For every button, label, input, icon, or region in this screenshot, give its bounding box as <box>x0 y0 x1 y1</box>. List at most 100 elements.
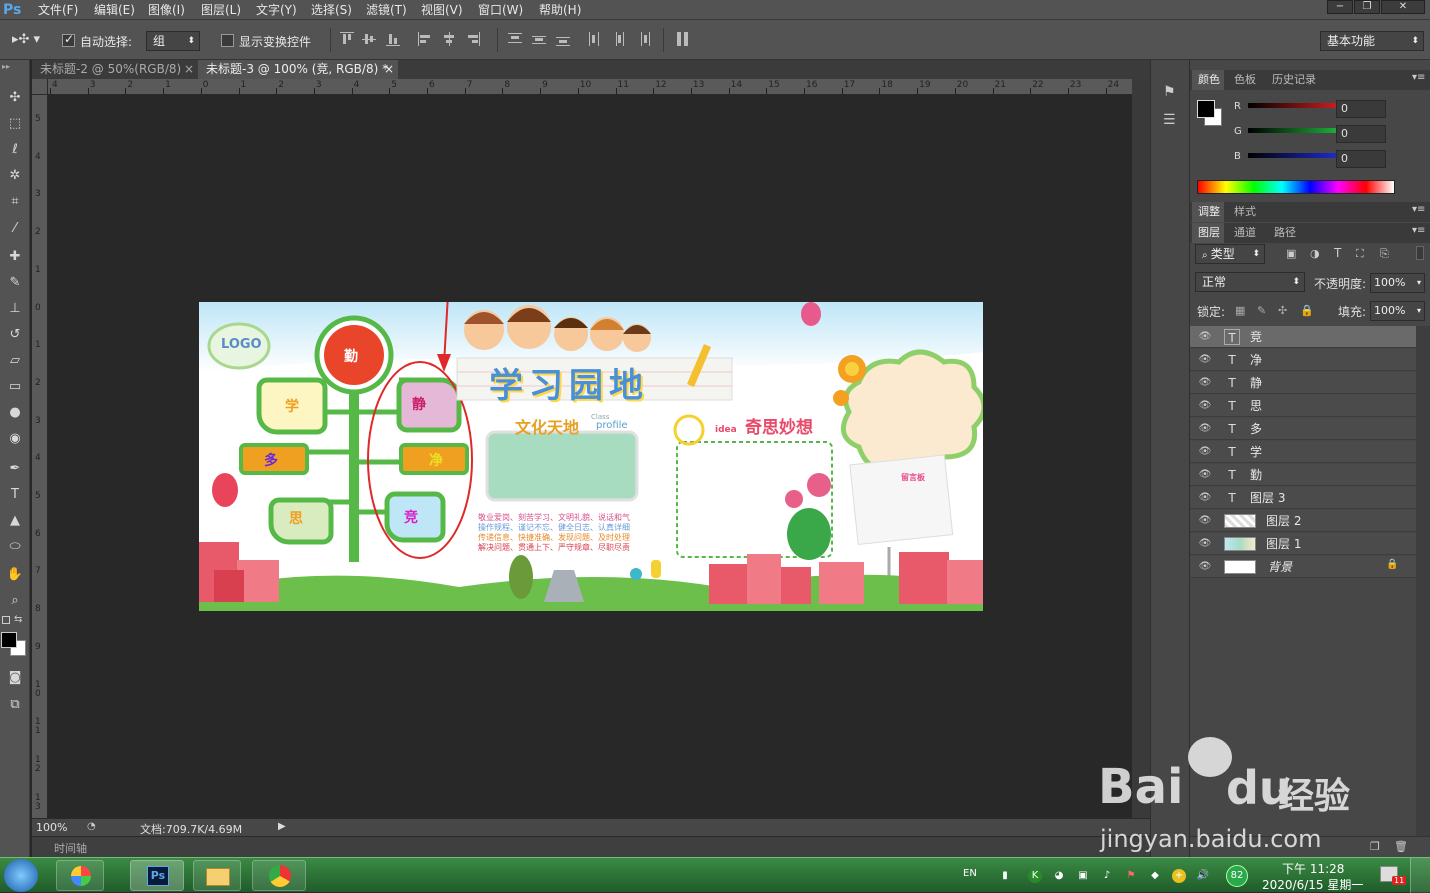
visibility-eye-icon[interactable]: 👁 <box>1198 537 1212 551</box>
workspace-switcher[interactable]: 基本功能 ⬍ <box>1320 31 1424 51</box>
align-vcenter-icon[interactable] <box>362 32 376 46</box>
layer-row[interactable]: 👁 T 图层 3 <box>1190 487 1416 509</box>
align-bottom-icon[interactable] <box>386 32 400 46</box>
align-hcenter-icon[interactable] <box>442 32 456 46</box>
filter-type-icon[interactable]: T <box>1334 246 1341 260</box>
crop-tool-icon[interactable]: ⌗ <box>3 191 27 213</box>
tab-styles[interactable]: 样式 <box>1230 202 1256 222</box>
visibility-eye-icon[interactable]: 👁 <box>1198 468 1212 482</box>
visibility-eye-icon[interactable]: 👁 <box>1198 399 1212 413</box>
horizontal-ruler[interactable]: 4 3 2 1 0 1 2 3 4 5 6 7 8 9 10 11 12 13 14 15 16 17 18 19 20 21 22… <box>48 79 1132 95</box>
tab-color[interactable]: 颜色 <box>1192 70 1224 90</box>
channel-b-slider[interactable] <box>1248 153 1346 158</box>
tab-close-icon[interactable]: × <box>384 60 394 79</box>
opacity-input[interactable]: 100% ▾ <box>1370 273 1425 293</box>
taskbar-app-chrome[interactable] <box>252 860 306 891</box>
vertical-scrollbar[interactable] <box>1132 79 1150 818</box>
lock-position-icon[interactable]: ✣ <box>1278 304 1287 317</box>
pen-tool-icon[interactable]: ✒ <box>3 458 27 480</box>
start-button[interactable] <box>4 859 38 892</box>
layers-scrollbar[interactable] <box>1416 326 1430 836</box>
eraser-tool-icon[interactable]: ▱ <box>3 350 27 372</box>
layer-filter-dropdown[interactable]: ⌕ 类型 ⬍ <box>1195 244 1265 264</box>
delete-layer-icon[interactable]: 🗑 <box>1394 840 1408 853</box>
layer-row[interactable]: 👁 T 多 <box>1190 418 1416 440</box>
update-icon[interactable]: + <box>1172 869 1186 883</box>
zoom-level[interactable]: 100% <box>36 821 67 834</box>
visibility-eye-icon[interactable]: 👁 <box>1198 491 1212 505</box>
timeline-label[interactable]: 时间轴 <box>54 840 87 856</box>
layer-row[interactable]: 👁 图层 1 <box>1190 533 1416 555</box>
channel-r-slider[interactable] <box>1248 103 1346 108</box>
show-transform-checkbox[interactable] <box>221 34 234 47</box>
panel-menu-icon[interactable]: ▾≡ <box>1412 204 1425 215</box>
path-selection-tool-icon[interactable]: ▲ <box>3 510 27 532</box>
magic-wand-tool-icon[interactable]: ✲ <box>3 165 27 187</box>
auto-select-checkbox[interactable]: ✓ <box>62 32 75 47</box>
layer-row[interactable]: 👁 T 净 <box>1190 349 1416 371</box>
layer-row[interactable]: 👁 T 学 <box>1190 441 1416 463</box>
visibility-eye-icon[interactable]: 👁 <box>1198 353 1212 367</box>
layer-row[interactable]: 👁 图层 2 <box>1190 510 1416 532</box>
align-right-icon[interactable] <box>466 32 480 46</box>
move-tool-icon[interactable]: ✣ <box>3 87 27 109</box>
vertical-ruler[interactable]: 5432101234567891 01 11 21 3 <box>32 95 48 818</box>
visibility-eye-icon[interactable]: 👁 <box>1198 330 1212 344</box>
color-spectrum-bar[interactable] <box>1197 180 1395 194</box>
visibility-eye-icon[interactable]: 👁 <box>1198 376 1212 390</box>
distribute-right-icon[interactable] <box>636 32 650 46</box>
distribute-bottom-icon[interactable] <box>556 32 570 46</box>
marquee-tool-icon[interactable]: ⬚ <box>3 113 27 135</box>
layer-row[interactable]: 👁 T 静 <box>1190 372 1416 394</box>
fg-color-box[interactable] <box>1197 100 1215 118</box>
qq-icon[interactable]: ◕ <box>1052 869 1066 883</box>
move-tool-preset-icon[interactable]: ▸✣ ▾ <box>12 32 42 48</box>
foreground-color-swatch[interactable] <box>1 632 17 648</box>
security-icon[interactable]: ◆ <box>1148 869 1162 883</box>
distribute-vcenter-icon[interactable] <box>532 32 546 46</box>
type-tool-icon[interactable]: T <box>3 484 27 506</box>
menu-window[interactable]: 窗口(W) <box>478 2 523 18</box>
filter-shape-icon[interactable]: ⛶ <box>1356 247 1364 261</box>
filter-pixel-icon[interactable]: ▣ <box>1286 247 1296 260</box>
tab-channels[interactable]: 通道 <box>1230 223 1256 243</box>
tab-adjustments[interactable]: 调整 <box>1192 202 1224 222</box>
panel-menu-icon[interactable]: ▾≡ <box>1412 225 1425 236</box>
filter-adjustment-icon[interactable]: ◑ <box>1310 247 1320 260</box>
brush-tool-icon[interactable]: ✎ <box>3 272 27 294</box>
tab-paths[interactable]: 路径 <box>1270 223 1296 243</box>
tab-close-icon[interactable]: × <box>184 60 194 79</box>
ruler-origin[interactable] <box>32 79 48 95</box>
menu-file[interactable]: 文件(F) <box>38 2 78 18</box>
volume-icon[interactable]: 🔊 <box>1196 869 1210 883</box>
filter-smart-object-icon[interactable]: ⎘ <box>1380 247 1389 261</box>
tab-layers[interactable]: 图层 <box>1192 223 1224 243</box>
screen-mode-icon[interactable]: ⧉ <box>3 694 27 716</box>
eyedropper-tool-icon[interactable]: ⁄ <box>3 218 27 240</box>
align-left-icon[interactable] <box>418 32 432 46</box>
auto-select-dropdown[interactable]: 组 ⬍ <box>146 31 200 51</box>
fill-input[interactable]: 100% ▾ <box>1370 301 1425 321</box>
blur-tool-icon[interactable]: ● <box>3 402 27 424</box>
distribute-top-icon[interactable] <box>508 32 522 46</box>
share-icon[interactable]: ◔ <box>87 821 101 833</box>
properties-panel-icon[interactable]: ☰ <box>1163 112 1176 128</box>
taskbar-app-pinwheel[interactable] <box>56 860 104 891</box>
default-colors-icon[interactable] <box>2 616 10 624</box>
menu-image[interactable]: 图像(I) <box>148 2 185 18</box>
layer-row[interactable]: 👁 T 勤 <box>1190 464 1416 486</box>
swap-colors-icon[interactable]: ⇆ <box>14 614 22 625</box>
menu-help[interactable]: 帮助(H) <box>539 2 581 18</box>
channel-r-input[interactable]: 0 <box>1336 100 1386 118</box>
clone-stamp-tool-icon[interactable]: ⊥ <box>3 298 27 320</box>
menu-edit[interactable]: 编辑(E) <box>94 2 135 18</box>
network-icon[interactable]: ▣ <box>1076 869 1090 883</box>
menu-type[interactable]: 文字(Y) <box>256 2 297 18</box>
ellipse-tool-icon[interactable]: ⬭ <box>3 536 27 558</box>
history-brush-panel-icon[interactable]: ⚑ <box>1163 84 1176 100</box>
language-indicator[interactable]: EN <box>963 868 977 879</box>
taskbar-app-photoshop[interactable]: Ps <box>130 860 184 891</box>
kaspersky-icon[interactable]: K <box>1028 869 1042 883</box>
minimize-button[interactable]: − <box>1327 0 1353 14</box>
notification-bell-icon[interactable]: ♪ <box>1100 869 1114 883</box>
